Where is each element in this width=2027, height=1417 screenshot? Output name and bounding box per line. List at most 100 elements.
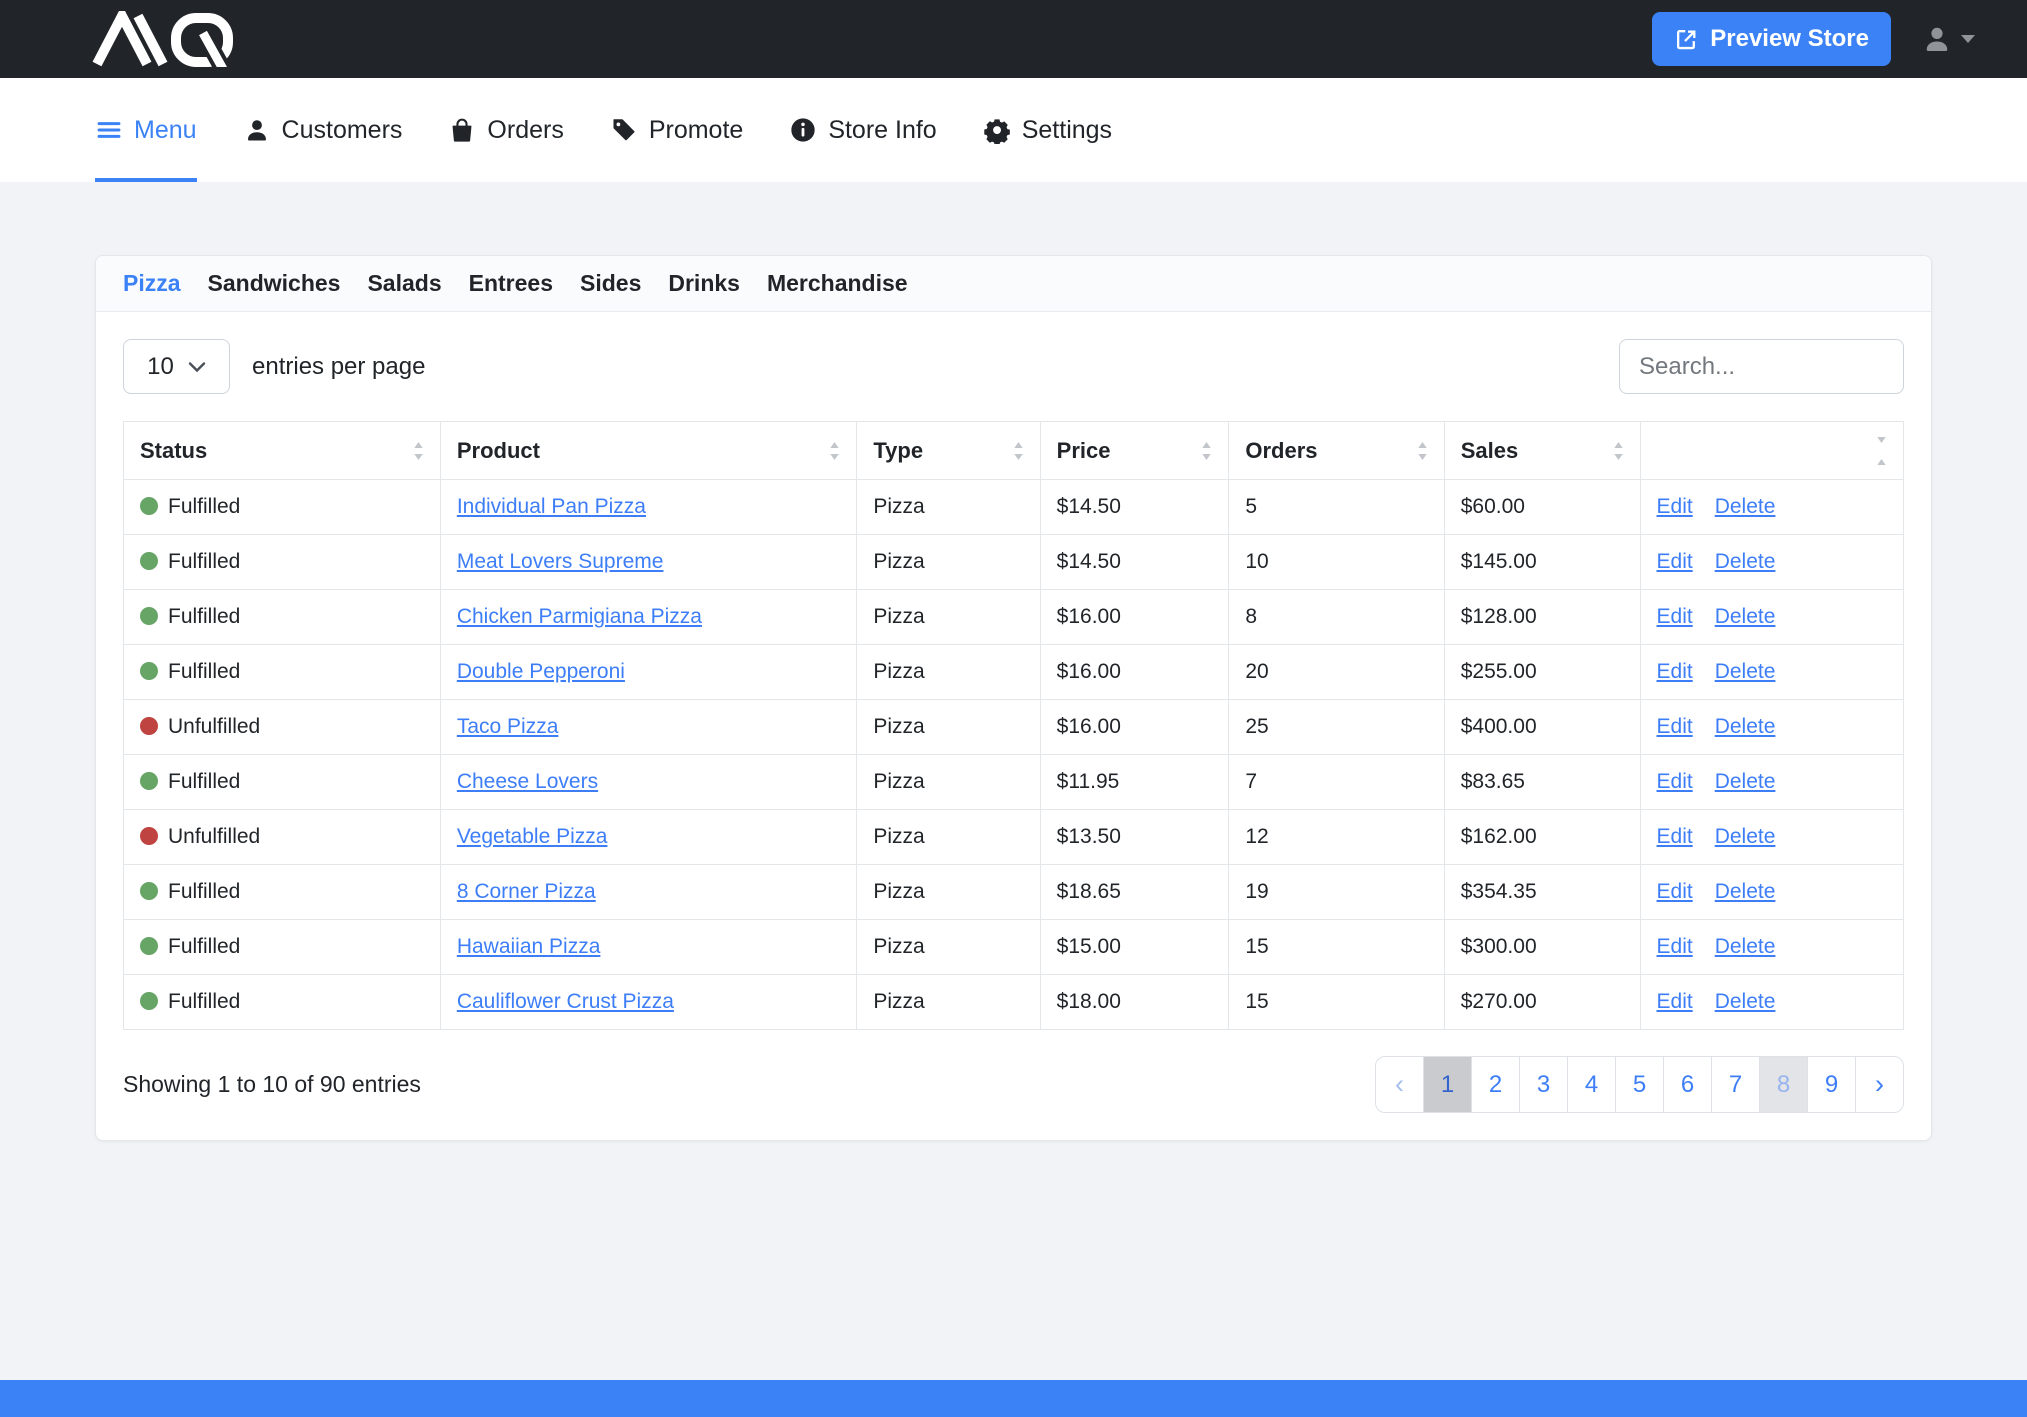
- column-header-actions[interactable]: [1640, 422, 1903, 480]
- status-label: Fulfilled: [168, 660, 240, 683]
- delete-link[interactable]: Delete: [1715, 605, 1776, 628]
- status-dot-icon: [140, 937, 158, 955]
- sales-cell: $255.00: [1444, 645, 1640, 700]
- pagination-page-9[interactable]: 9: [1807, 1056, 1856, 1113]
- actions-cell: Edit Delete: [1640, 700, 1903, 755]
- status-label: Fulfilled: [168, 880, 240, 903]
- table-body: Fulfilled Individual Pan Pizza Pizza $14…: [124, 480, 1904, 1030]
- nav-item-orders[interactable]: Orders: [448, 78, 563, 182]
- sales-cell: $270.00: [1444, 975, 1640, 1030]
- edit-link[interactable]: Edit: [1657, 935, 1693, 958]
- status-label: Fulfilled: [168, 935, 240, 958]
- tab-sides[interactable]: Sides: [580, 270, 641, 297]
- nav-item-store-info[interactable]: Store Info: [789, 78, 936, 182]
- user-menu-button[interactable]: [1921, 23, 1975, 55]
- pagination-page-1[interactable]: 1: [1423, 1056, 1472, 1113]
- preview-store-button[interactable]: Preview Store: [1652, 12, 1891, 66]
- store-logo[interactable]: [90, 11, 260, 67]
- entries-per-page-select[interactable]: 10: [123, 339, 230, 394]
- table-row: Fulfilled Cauliflower Crust Pizza Pizza …: [124, 975, 1904, 1030]
- delete-link[interactable]: Delete: [1715, 770, 1776, 793]
- product-link[interactable]: Taco Pizza: [457, 715, 559, 738]
- price-cell: $16.00: [1040, 700, 1229, 755]
- delete-link[interactable]: Delete: [1715, 935, 1776, 958]
- edit-link[interactable]: Edit: [1657, 605, 1693, 628]
- column-header-orders[interactable]: Orders: [1229, 422, 1444, 480]
- column-header-type[interactable]: Type: [857, 422, 1040, 480]
- product-link[interactable]: Vegetable Pizza: [457, 825, 608, 848]
- search-input[interactable]: [1619, 339, 1904, 394]
- edit-link[interactable]: Edit: [1657, 770, 1693, 793]
- delete-link[interactable]: Delete: [1715, 715, 1776, 738]
- actions-cell: Edit Delete: [1640, 920, 1903, 975]
- delete-link[interactable]: Delete: [1715, 880, 1776, 903]
- showing-entries-text: Showing 1 to 10 of 90 entries: [123, 1071, 421, 1098]
- sales-cell: $162.00: [1444, 810, 1640, 865]
- sales-cell: $145.00: [1444, 535, 1640, 590]
- tab-pizza[interactable]: Pizza: [123, 270, 181, 297]
- price-cell: $15.00: [1040, 920, 1229, 975]
- sort-icon: [413, 442, 424, 460]
- edit-link[interactable]: Edit: [1657, 660, 1693, 683]
- column-header-price[interactable]: Price: [1040, 422, 1229, 480]
- tab-sandwiches[interactable]: Sandwiches: [208, 270, 341, 297]
- pagination-page-6[interactable]: 6: [1663, 1056, 1712, 1113]
- pagination-page-4[interactable]: 4: [1567, 1056, 1616, 1113]
- tab-salads[interactable]: Salads: [367, 270, 441, 297]
- pagination-page-5[interactable]: 5: [1615, 1056, 1664, 1113]
- tab-drinks[interactable]: Drinks: [668, 270, 740, 297]
- product-link[interactable]: Chicken Parmigiana Pizza: [457, 605, 702, 628]
- edit-link[interactable]: Edit: [1657, 715, 1693, 738]
- pagination-page-3[interactable]: 3: [1519, 1056, 1568, 1113]
- orders-cell: 25: [1229, 700, 1444, 755]
- table-row: Fulfilled Cheese Lovers Pizza $11.95 7 $…: [124, 755, 1904, 810]
- pagination-prev[interactable]: ‹: [1375, 1056, 1424, 1113]
- product-link[interactable]: 8 Corner Pizza: [457, 880, 596, 903]
- orders-cell: 12: [1229, 810, 1444, 865]
- tab-entrees[interactable]: Entrees: [469, 270, 553, 297]
- pagination-page-8[interactable]: 8: [1759, 1056, 1808, 1113]
- pagination-page-7[interactable]: 7: [1711, 1056, 1760, 1113]
- status-label: Fulfilled: [168, 770, 240, 793]
- nav-item-settings[interactable]: Settings: [983, 78, 1112, 182]
- edit-link[interactable]: Edit: [1657, 550, 1693, 573]
- delete-link[interactable]: Delete: [1715, 660, 1776, 683]
- edit-link[interactable]: Edit: [1657, 880, 1693, 903]
- edit-link[interactable]: Edit: [1657, 495, 1693, 518]
- status-cell: Unfulfilled: [124, 700, 441, 755]
- nav-item-promote[interactable]: Promote: [610, 78, 743, 182]
- status-dot-icon: [140, 882, 158, 900]
- delete-link[interactable]: Delete: [1715, 825, 1776, 848]
- tag-icon: [610, 116, 638, 144]
- chevron-down-icon: [188, 361, 206, 373]
- product-link[interactable]: Cauliflower Crust Pizza: [457, 990, 674, 1013]
- nav-item-menu[interactable]: Menu: [95, 78, 197, 182]
- edit-link[interactable]: Edit: [1657, 990, 1693, 1013]
- column-header-product[interactable]: Product: [440, 422, 857, 480]
- product-link[interactable]: Individual Pan Pizza: [457, 495, 646, 518]
- delete-link[interactable]: Delete: [1715, 495, 1776, 518]
- edit-link[interactable]: Edit: [1657, 825, 1693, 848]
- pagination-next[interactable]: ›: [1855, 1056, 1904, 1113]
- product-cell: Individual Pan Pizza: [440, 480, 857, 535]
- status-cell: Fulfilled: [124, 865, 441, 920]
- tab-merchandise[interactable]: Merchandise: [767, 270, 908, 297]
- pagination-page-2[interactable]: 2: [1471, 1056, 1520, 1113]
- table-controls: 10 entries per page: [123, 339, 1904, 394]
- column-header-sales[interactable]: Sales: [1444, 422, 1640, 480]
- product-link[interactable]: Cheese Lovers: [457, 770, 598, 793]
- nav-item-customers[interactable]: Customers: [243, 78, 403, 182]
- status-label: Fulfilled: [168, 605, 240, 628]
- nav-label: Customers: [282, 116, 403, 145]
- page-content: Pizza Sandwiches Salads Entrees Sides Dr…: [0, 182, 2027, 1141]
- delete-link[interactable]: Delete: [1715, 550, 1776, 573]
- price-cell: $18.65: [1040, 865, 1229, 920]
- product-link[interactable]: Meat Lovers Supreme: [457, 550, 664, 573]
- orders-cell: 8: [1229, 590, 1444, 645]
- status-cell: Fulfilled: [124, 535, 441, 590]
- sales-cell: $354.35: [1444, 865, 1640, 920]
- product-link[interactable]: Hawaiian Pizza: [457, 935, 601, 958]
- product-link[interactable]: Double Pepperoni: [457, 660, 625, 683]
- column-header-status[interactable]: Status: [124, 422, 441, 480]
- delete-link[interactable]: Delete: [1715, 990, 1776, 1013]
